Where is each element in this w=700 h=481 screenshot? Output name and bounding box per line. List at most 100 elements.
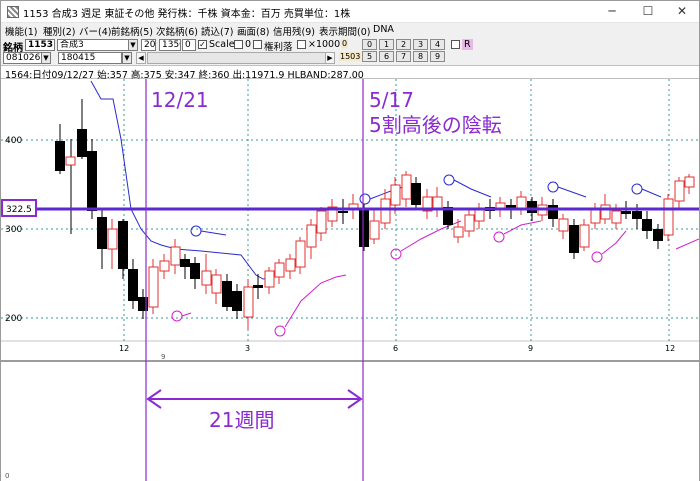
candle-bar bbox=[159, 260, 170, 272]
menu-bar: 機能(1) 種別(2) バー(4) 前銘柄(5) 次銘柄(6) 読込(7) 画面… bbox=[1, 23, 699, 39]
scroll-left-icon[interactable]: ◀ bbox=[136, 52, 146, 64]
menu-prev[interactable]: 前銘柄(5) bbox=[111, 24, 153, 38]
period-scrollbar[interactable] bbox=[147, 52, 335, 64]
r-checkbox[interactable] bbox=[451, 40, 460, 49]
x1000-label: ×1000 bbox=[308, 39, 341, 50]
candle-bar bbox=[87, 151, 97, 211]
app-icon bbox=[7, 6, 19, 18]
y-label-200: 200 bbox=[5, 314, 22, 324]
annotation-1221: 12/21 bbox=[151, 88, 209, 112]
candle-bar bbox=[411, 183, 421, 205]
menu-screen[interactable]: 画面(8) bbox=[237, 24, 269, 38]
blue-marker-1 bbox=[190, 225, 202, 237]
period-input[interactable]: 20 bbox=[141, 39, 156, 51]
date-end-dropdown-icon[interactable]: ▼ bbox=[122, 52, 132, 64]
candle-bar bbox=[295, 240, 306, 268]
num-button-5[interactable]: 5 bbox=[362, 51, 377, 62]
app-window: 1153 合成3 週足 東証その他 発行株：千株 資本金：百万 売買単位：1株 … bbox=[0, 0, 700, 481]
candle-bar bbox=[65, 156, 76, 166]
menu-next[interactable]: 次銘柄(6) bbox=[156, 24, 198, 38]
candle-bar bbox=[359, 209, 369, 247]
candle-bar bbox=[274, 262, 285, 278]
blue-segment-4 bbox=[557, 186, 587, 198]
code-input[interactable]: 1153 bbox=[25, 39, 55, 51]
candle-bar bbox=[118, 221, 128, 269]
candle-bar bbox=[569, 225, 579, 253]
option2-checkbox[interactable] bbox=[234, 40, 243, 49]
candle-bar bbox=[180, 259, 190, 267]
tag-zero: 0 bbox=[341, 39, 349, 48]
date-start-dropdown-icon[interactable]: ▼ bbox=[41, 52, 51, 64]
magenta-segment-2 bbox=[284, 274, 347, 328]
num-button-2[interactable]: 2 bbox=[396, 39, 411, 50]
candle-bar bbox=[97, 217, 107, 249]
num-button-3[interactable]: 3 bbox=[413, 39, 428, 50]
menu-dna[interactable]: DNA bbox=[373, 24, 394, 35]
close-button[interactable]: ✕ bbox=[665, 1, 699, 22]
blue-marker-3 bbox=[443, 174, 455, 186]
menu-margin[interactable]: 信用残(9) bbox=[273, 24, 315, 38]
blue-segment-5 bbox=[641, 188, 662, 198]
x-label-3: 3 bbox=[245, 344, 250, 353]
value-input[interactable]: 1350 bbox=[159, 39, 181, 51]
magenta-segment-4 bbox=[503, 220, 542, 235]
candle-bar bbox=[222, 281, 232, 307]
candle-bar bbox=[390, 184, 401, 206]
candle-bar bbox=[348, 203, 359, 209]
menu-type[interactable]: 種別(2) bbox=[43, 24, 75, 38]
num-button-9[interactable]: 9 bbox=[430, 51, 445, 62]
candle-bar bbox=[148, 266, 159, 308]
menu-load[interactable]: 読込(7) bbox=[201, 24, 233, 38]
date-end-input[interactable]: 180415 bbox=[58, 52, 122, 64]
menu-bar[interactable]: バー(4) bbox=[79, 24, 111, 38]
candle-bar bbox=[253, 285, 263, 288]
toolbar: 銘柄 1153 合成3 ▼ 20 1350 0 ✓ Scale 0 権利落 ×1… bbox=[1, 39, 699, 65]
scroll-right-icon[interactable]: ▶ bbox=[325, 52, 335, 64]
candle-bar bbox=[464, 214, 475, 232]
name-field: 合成3 bbox=[57, 39, 135, 51]
candle-bar bbox=[107, 228, 118, 250]
candle-bar bbox=[243, 286, 254, 318]
magenta-segment-3 bbox=[400, 220, 462, 252]
menu-period[interactable]: 表示期間(0) bbox=[319, 24, 370, 38]
rights-checkbox[interactable] bbox=[253, 40, 262, 49]
num-button-6[interactable]: 6 bbox=[379, 51, 394, 62]
num-button-8[interactable]: 8 bbox=[413, 51, 428, 62]
candle-bar bbox=[316, 210, 327, 234]
offset-input[interactable]: 0 bbox=[182, 39, 196, 51]
num-button-7[interactable]: 7 bbox=[396, 51, 411, 62]
minimize-button[interactable]: ─ bbox=[595, 1, 629, 22]
option2-value: 0 bbox=[245, 39, 252, 50]
candle-bar bbox=[306, 224, 317, 248]
candle-bar bbox=[579, 224, 590, 248]
num-button-1[interactable]: 1 bbox=[379, 39, 394, 50]
scale-checkbox[interactable]: ✓ bbox=[198, 40, 207, 49]
blue-marker-2 bbox=[359, 193, 371, 205]
magenta-segment-1 bbox=[181, 312, 192, 317]
window-title: 1153 合成3 週足 東証その他 発行株：千株 資本金：百万 売買単位：1株 bbox=[23, 9, 351, 20]
lower-panel-zero: 0 bbox=[5, 472, 9, 480]
candle-bar bbox=[663, 198, 674, 236]
candle-bar bbox=[128, 269, 138, 301]
blue-marker-4 bbox=[547, 181, 559, 193]
candle-bar bbox=[232, 291, 242, 311]
candle-bar bbox=[401, 174, 412, 200]
blue-segment-3 bbox=[453, 179, 492, 198]
title-bar: 1153 合成3 週足 東証その他 発行株：千株 資本金：百万 売買単位：1株 … bbox=[1, 1, 699, 23]
candle-bar bbox=[590, 208, 601, 224]
candle-bar bbox=[621, 211, 631, 214]
name-dropdown-icon[interactable]: ▼ bbox=[128, 39, 138, 51]
num-button-4[interactable]: 4 bbox=[430, 39, 445, 50]
menu-function[interactable]: 機能(1) bbox=[5, 24, 37, 38]
candle-bar bbox=[211, 274, 222, 294]
candle-bar bbox=[432, 196, 443, 210]
num-button-0[interactable]: 0 bbox=[362, 39, 377, 50]
candle-bar bbox=[632, 211, 642, 219]
y-label-300: 300 bbox=[5, 225, 22, 235]
maximize-button[interactable]: ☐ bbox=[631, 1, 665, 22]
candle-bar bbox=[548, 205, 558, 219]
price-chart[interactable]: 400 300 200 12 3 6 9 12 9 0 322.5 12/21 … bbox=[1, 79, 699, 481]
x1000-checkbox[interactable] bbox=[297, 40, 306, 49]
tag-1503: 1503 bbox=[339, 52, 362, 61]
candle-bar bbox=[369, 220, 380, 240]
